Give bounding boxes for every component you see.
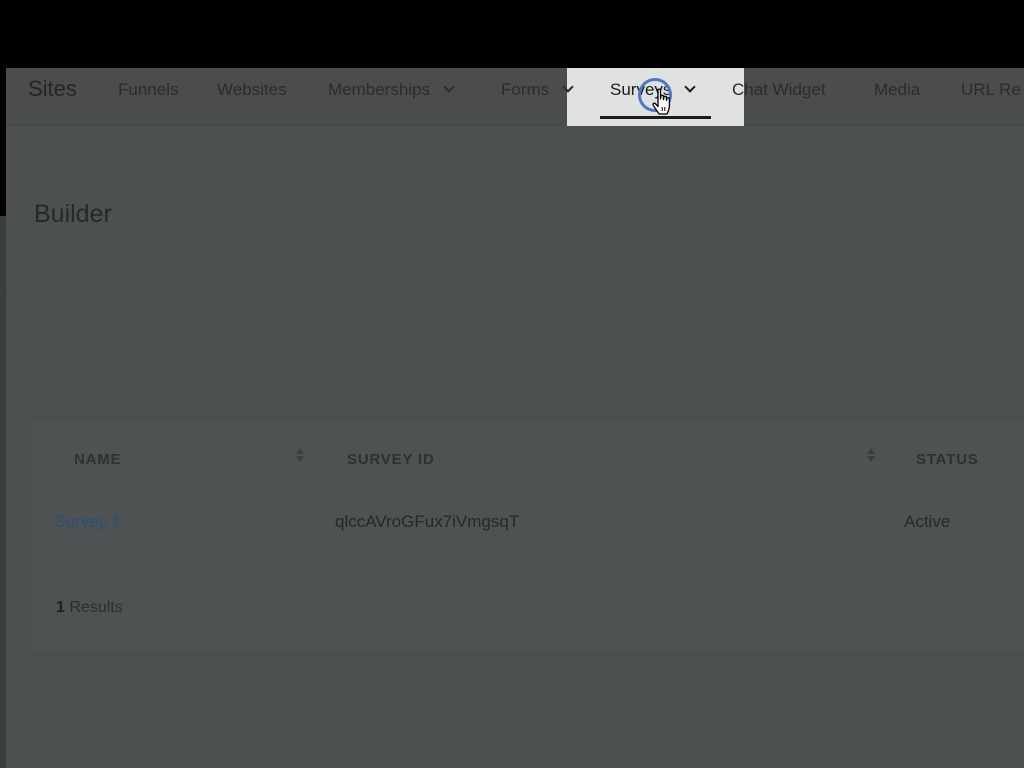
nav-item-websites[interactable]: Websites bbox=[217, 80, 287, 100]
column-header-survey-id[interactable]: SURVEY ID bbox=[347, 451, 435, 468]
results-count: 1 Results bbox=[56, 599, 123, 617]
chevron-down-icon bbox=[443, 81, 455, 93]
nav-item-label: Chat Widget bbox=[732, 80, 826, 99]
nav-item-label: Media bbox=[874, 80, 921, 99]
brand-title: Sites bbox=[28, 76, 77, 101]
hand-cursor-icon bbox=[652, 88, 671, 115]
nav-item-memberships[interactable]: Memberships bbox=[328, 80, 455, 100]
nav-item-media[interactable]: Media bbox=[874, 80, 920, 100]
surveys-table-card: NAME SURVEY ID STATUS Survey 1 qlccAVroG… bbox=[32, 420, 1024, 652]
page-title: Builder bbox=[34, 200, 112, 228]
nav-item-label: Funnels bbox=[118, 80, 179, 99]
nav-item-label: Forms bbox=[501, 80, 550, 99]
nav-item-funnels[interactable]: Funnels bbox=[118, 80, 178, 100]
chevron-down-icon bbox=[684, 81, 696, 93]
survey-id-cell: qlccAVroGFux7iVmgsqT bbox=[335, 512, 520, 531]
chevron-down-icon bbox=[562, 81, 574, 93]
survey-name-link[interactable]: Survey 1 bbox=[54, 512, 121, 532]
page-header: Builder bbox=[6, 126, 1024, 290]
nav-item-label: URL Re bbox=[961, 80, 1021, 99]
column-header-status[interactable]: STATUS bbox=[916, 451, 979, 468]
app-window: Sites Funnels Websites Memberships Forms… bbox=[6, 68, 1024, 768]
nav-item-chat-widget[interactable]: Chat Widget bbox=[732, 80, 826, 100]
nav-item-url-redirects[interactable]: URL Re bbox=[961, 80, 1021, 100]
sort-icon[interactable] bbox=[866, 446, 876, 464]
sort-icon[interactable] bbox=[295, 446, 305, 464]
top-navigation: Sites Funnels Websites Memberships Forms… bbox=[6, 68, 1024, 127]
nav-item-label: Websites bbox=[217, 80, 287, 99]
nav-item-forms[interactable]: Forms bbox=[501, 80, 574, 100]
results-number: 1 bbox=[56, 599, 65, 616]
active-tab-underline bbox=[600, 116, 711, 119]
column-header-name[interactable]: NAME bbox=[74, 451, 121, 468]
nav-item-label: Memberships bbox=[328, 80, 431, 99]
results-label: Results bbox=[69, 599, 123, 616]
status-cell: Active bbox=[904, 512, 951, 531]
